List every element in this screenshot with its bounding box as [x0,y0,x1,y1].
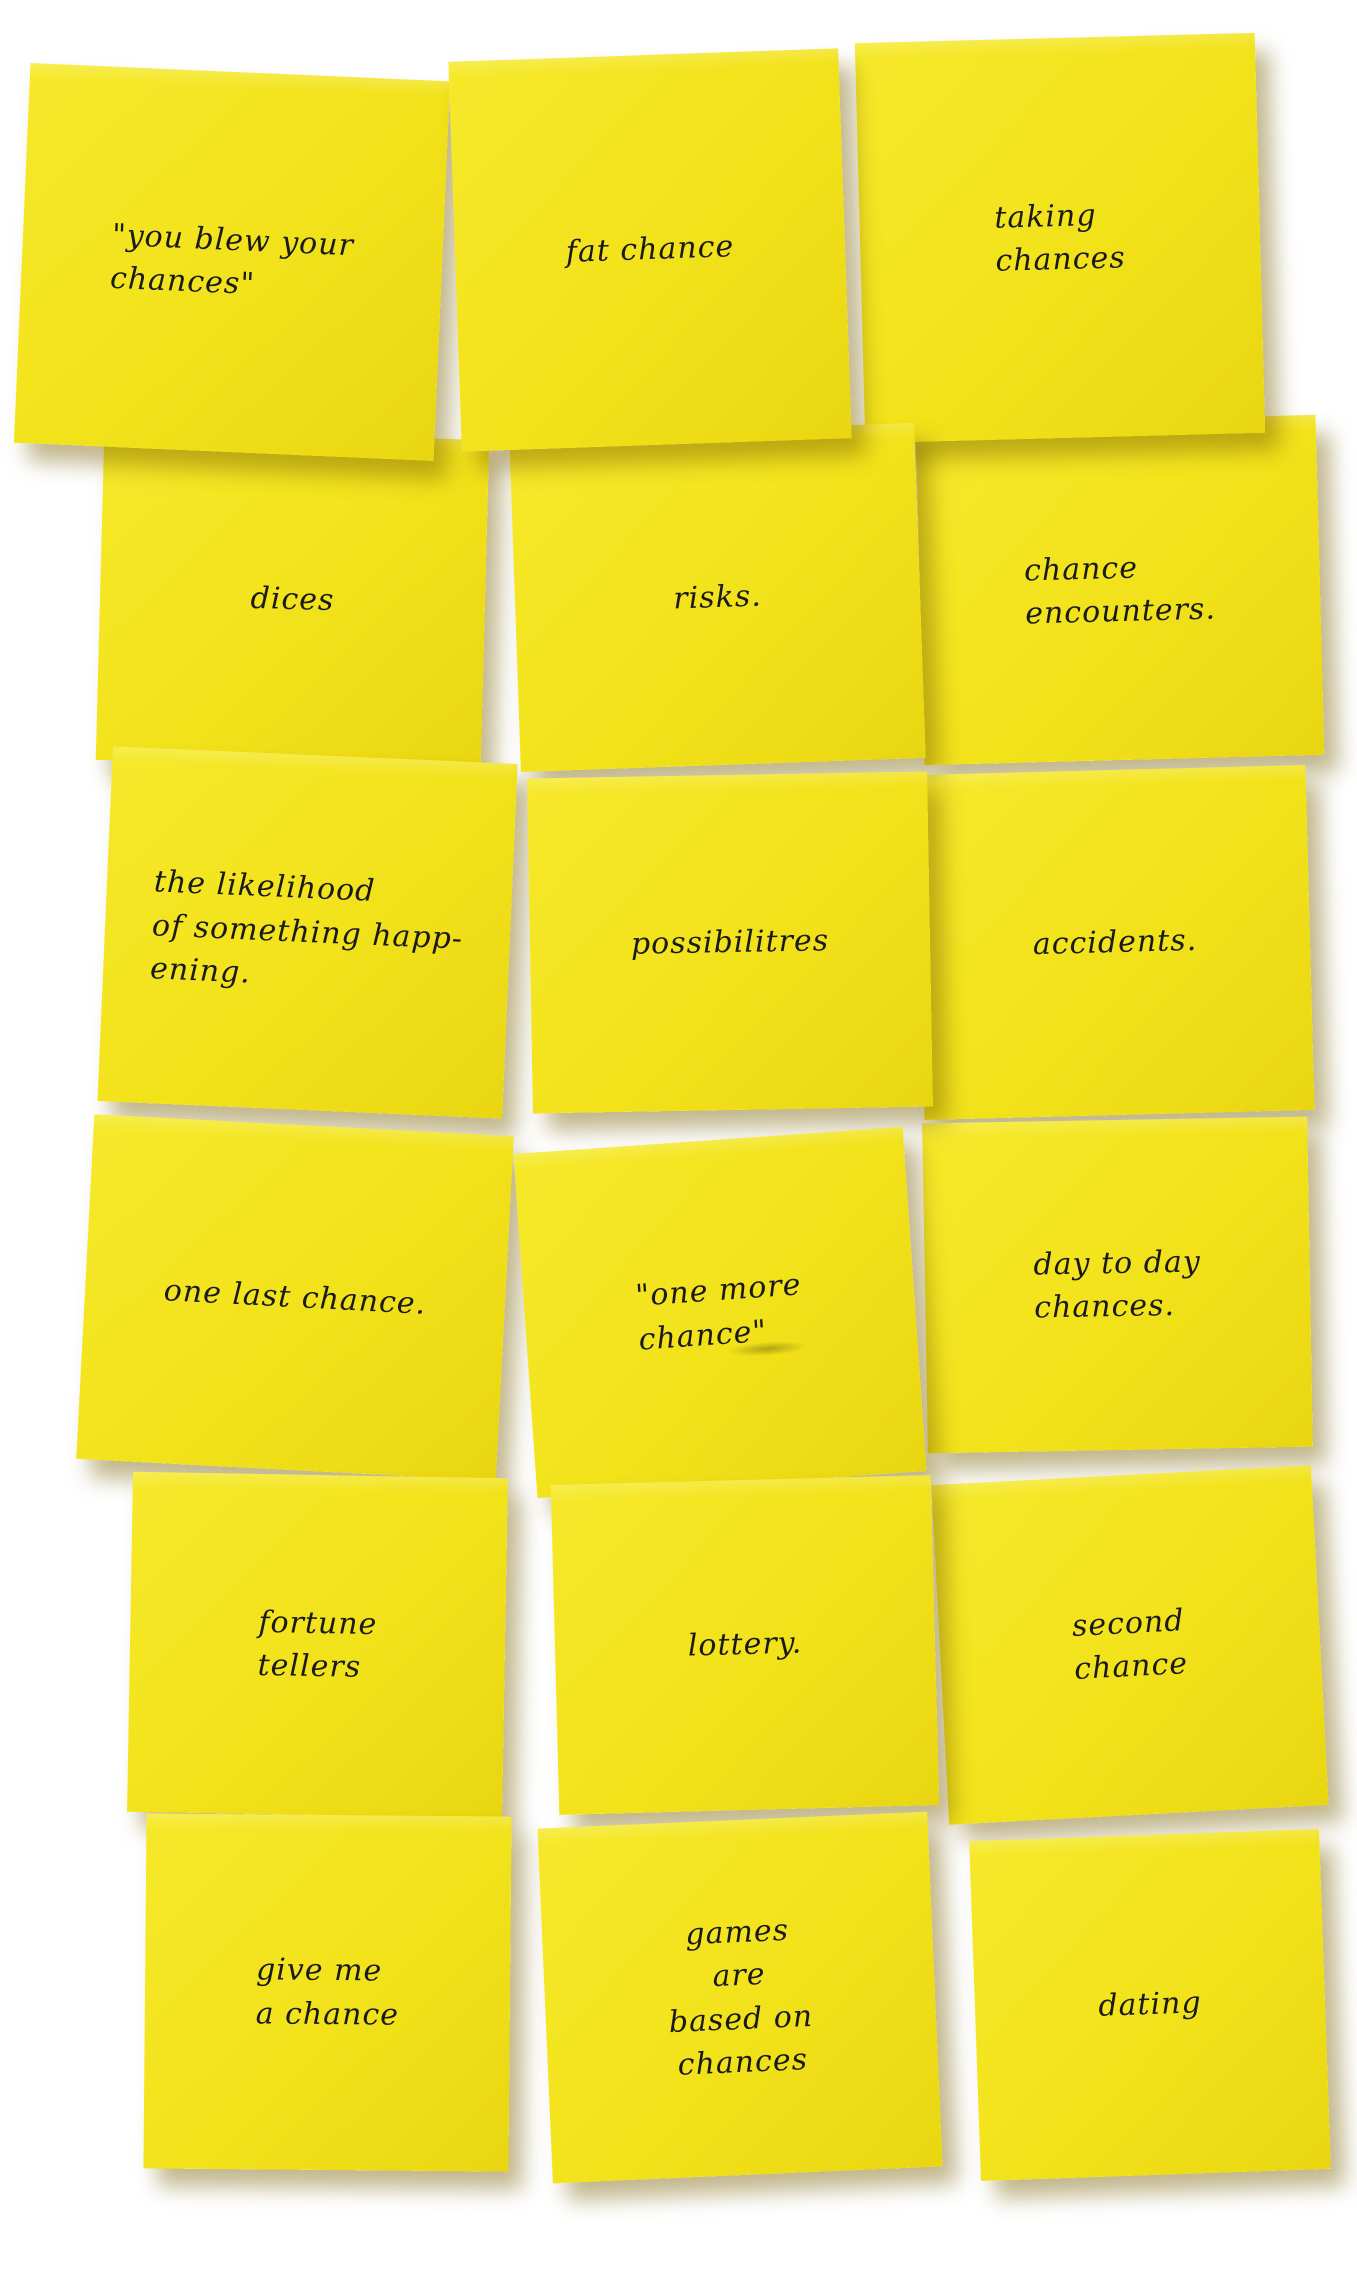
note-text: risks. [672,578,763,617]
sticky-note: games are based on chances [537,1811,943,2184]
sticky-note: "one more chance" [513,1126,927,1499]
note-text: possibilitres [630,923,830,962]
note-text: give me a chance [255,1952,400,2033]
sticky-note: possibilitres [527,771,933,1114]
sticky-note: give me a chance [143,1813,512,2172]
sticky-note: second chance [931,1465,1329,1825]
note-text: "you blew your chances" [109,217,355,303]
sticky-note: taking chances [854,32,1266,444]
note-text: lottery. [687,1625,803,1664]
sticky-note: dating [969,1828,1331,2182]
note-text: accidents. [1032,922,1198,962]
sticky-note: lottery. [550,1475,940,1815]
sticky-note: the likelihood of something happ- ening. [97,746,518,1119]
note-text: dices [250,581,335,619]
sticky-note: one last chance. [76,1114,514,1481]
sticky-note: dices [95,430,490,770]
sticky-note: accidents. [915,764,1315,1121]
note-text: taking chances [993,197,1127,279]
sticky-note: risks. [509,423,926,772]
sticky-note-board: "you blew your chances" fat chance takin… [0,0,1357,2282]
note-text: fat chance [565,229,735,271]
note-text: second chance [1071,1602,1189,1687]
note-text: day to day chances. [1033,1244,1202,1326]
sticky-note: fortune tellers [127,1471,508,1819]
note-text: chance encounters. [1023,550,1217,632]
note-text: dating [1097,1985,1203,2025]
note-text: one last chance. [162,1272,428,1322]
note-text: the likelihood of something happ- ening. [149,864,464,991]
sticky-note: chance encounters. [915,414,1325,766]
sticky-note: fat chance [448,48,852,452]
sticky-note: day to day chances. [922,1116,1313,1454]
note-text: fortune tellers [257,1604,378,1685]
note-text: games are based on chances [668,1912,814,2083]
sticky-note: "you blew your chances" [13,63,451,461]
